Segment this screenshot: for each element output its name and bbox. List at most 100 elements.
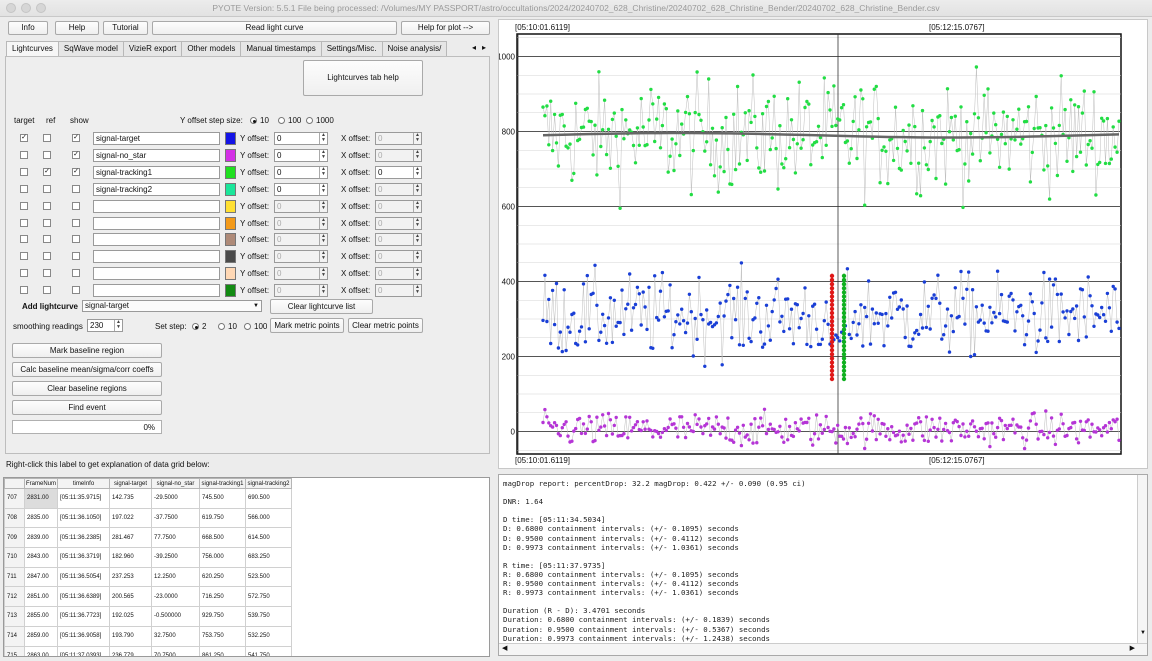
- spinner-arrows-icon[interactable]: ▲ ▼: [413, 234, 421, 246]
- target-checkbox[interactable]: [20, 286, 28, 295]
- table-cell[interactable]: 281.467: [109, 527, 152, 549]
- ref-checkbox[interactable]: [43, 218, 51, 227]
- table-cell[interactable]: 12.2500: [151, 566, 200, 588]
- table-row[interactable]: 709 2839.00 [05:11:36.2385] 281.467 77.7500 6…: [4, 527, 292, 549]
- ref-checkbox[interactable]: [43, 235, 51, 244]
- scroll-right-icon[interactable]: ▶: [1130, 644, 1135, 652]
- target-checkbox[interactable]: [20, 201, 28, 210]
- table-cell[interactable]: 2851.00: [24, 586, 58, 608]
- read-light-curve-button[interactable]: Read light curve: [152, 21, 397, 35]
- x-offset-input[interactable]: 0 ▲ ▼: [375, 233, 422, 247]
- table-cell[interactable]: 756.000: [199, 547, 246, 568]
- table-row[interactable]: 713 2855.00 [05:11:36.7723] 192.025 -0.50000…: [4, 606, 292, 627]
- mark-metric-points-button[interactable]: Mark metric points: [270, 318, 344, 333]
- target-checkbox[interactable]: [20, 150, 28, 159]
- color-swatch[interactable]: [225, 199, 236, 213]
- lightcurve-name-field[interactable]: [93, 199, 220, 213]
- show-checkbox[interactable]: [72, 269, 80, 278]
- table-cell[interactable]: -37.7500: [151, 507, 200, 529]
- target-checkbox[interactable]: [20, 252, 28, 261]
- find-event-button[interactable]: Find event: [12, 400, 162, 415]
- table-cell[interactable]: 539.750: [245, 606, 292, 627]
- spinner-arrows-icon[interactable]: ▲ ▼: [413, 149, 421, 161]
- y-offset-input[interactable]: 0 ▲ ▼: [274, 216, 328, 230]
- spinner-arrows-icon[interactable]: ▲ ▼: [413, 217, 421, 229]
- table-cell[interactable]: 614.500: [245, 527, 292, 549]
- x-offset-input[interactable]: 0 ▲ ▼: [375, 182, 422, 196]
- tab-lightcurves[interactable]: Lightcurves: [6, 41, 59, 57]
- y-offset-input[interactable]: 0 ▲ ▼: [274, 250, 328, 264]
- table-cell[interactable]: [05:11:36.3719]: [57, 547, 110, 568]
- spinner-arrows-icon[interactable]: ▲ ▼: [319, 200, 327, 212]
- table-cell[interactable]: -39.2500: [151, 547, 200, 568]
- table-row[interactable]: 708 2835.00 [05:11:36.1050] 197.022 -37.7500…: [4, 507, 292, 529]
- spinner-arrows-icon[interactable]: ▲ ▼: [413, 166, 421, 178]
- ref-checkbox[interactable]: [43, 269, 51, 278]
- color-swatch[interactable]: [225, 132, 236, 145]
- spinner-arrows-icon[interactable]: ▲ ▼: [319, 268, 327, 280]
- lightcurve-name-field[interactable]: [93, 216, 220, 230]
- lightcurve-name-field[interactable]: [93, 250, 220, 264]
- table-cell[interactable]: [05:11:36.9058]: [57, 625, 110, 647]
- table-cell[interactable]: -0.500000: [151, 606, 200, 627]
- lightcurve-plot[interactable]: 1000 800 600 400 200 0 [05:10:01.6119] [05:12:1…: [497, 19, 1148, 469]
- table-cell[interactable]: 2859.00: [24, 625, 58, 647]
- close-icon[interactable]: [6, 3, 16, 13]
- y-offset-input[interactable]: 0 ▲ ▼: [274, 199, 328, 213]
- table-cell[interactable]: 619.750: [199, 507, 246, 529]
- ref-checkbox[interactable]: [43, 252, 51, 261]
- target-checkbox[interactable]: [20, 184, 28, 193]
- spinner-arrows-icon[interactable]: ▲ ▼: [319, 217, 327, 229]
- table-cell[interactable]: 236.779: [109, 645, 152, 656]
- table-cell[interactable]: 77.7500: [151, 527, 200, 549]
- calc-baseline-button[interactable]: Calc baseline mean/sigma/corr coeffs: [12, 362, 162, 377]
- y-offset-input[interactable]: 0 ▲ ▼: [274, 132, 328, 145]
- table-cell[interactable]: -23.0000: [151, 586, 200, 608]
- lightcurve-name-field[interactable]: signal-tracking1: [93, 165, 220, 179]
- color-swatch[interactable]: [225, 233, 236, 247]
- x-offset-input[interactable]: 0 ▲ ▼: [375, 199, 422, 213]
- vertical-scrollbar[interactable]: ▼: [1137, 475, 1147, 643]
- table-cell[interactable]: [05:11:36.7723]: [57, 606, 110, 627]
- show-checkbox[interactable]: ✓: [72, 167, 80, 176]
- show-checkbox[interactable]: [72, 252, 80, 261]
- show-checkbox[interactable]: [72, 218, 80, 227]
- table-cell[interactable]: 2843.00: [24, 547, 58, 568]
- ref-checkbox[interactable]: [43, 150, 51, 159]
- scroll-down-icon[interactable]: ▼: [1140, 630, 1146, 636]
- table-cell[interactable]: 745.500: [199, 488, 246, 509]
- color-swatch[interactable]: [225, 250, 236, 264]
- target-checkbox[interactable]: [20, 235, 28, 244]
- table-cell[interactable]: 716.250: [199, 586, 246, 608]
- table-row[interactable]: 711 2847.00 [05:11:36.5054] 237.253 12.2500 6…: [4, 566, 292, 588]
- x-offset-input[interactable]: 0 ▲ ▼: [375, 132, 422, 145]
- spinner-arrows-icon[interactable]: ▲ ▼: [413, 268, 421, 280]
- show-checkbox[interactable]: [72, 286, 80, 295]
- lightcurves-tab-help-button[interactable]: Lightcurves tab help: [303, 60, 423, 96]
- lightcurve-name-field[interactable]: signal-target: [93, 132, 220, 145]
- color-swatch[interactable]: [225, 165, 236, 179]
- add-lightcurve-select[interactable]: signal-target ▼: [82, 300, 262, 312]
- spinner-arrows-icon[interactable]: ▲ ▼: [319, 149, 327, 161]
- table-row[interactable]: 712 2851.00 [05:11:36.6389] 200.565 -23.0000…: [4, 586, 292, 608]
- table-cell[interactable]: 668.500: [199, 527, 246, 549]
- table-cell[interactable]: 197.022: [109, 507, 152, 529]
- table-cell[interactable]: [05:11:36.6389]: [57, 586, 110, 608]
- table-cell[interactable]: 2831.00: [24, 488, 58, 509]
- smoothing-input[interactable]: 230 ▲ ▼: [87, 319, 123, 332]
- column-header[interactable]: signal-target: [109, 478, 152, 489]
- info-button[interactable]: Info: [8, 21, 48, 35]
- x-offset-input[interactable]: 0 ▲ ▼: [375, 284, 422, 298]
- spinner-arrows-icon[interactable]: ▲ ▼: [413, 200, 421, 212]
- show-checkbox[interactable]: [72, 184, 80, 193]
- ref-checkbox[interactable]: [43, 184, 51, 193]
- spinner-arrows-icon[interactable]: ▲ ▼: [413, 133, 421, 144]
- column-header[interactable]: FrameNum: [24, 478, 58, 489]
- color-swatch[interactable]: [225, 267, 236, 281]
- table-cell[interactable]: 2863.00: [24, 645, 58, 656]
- spinner-arrows-icon[interactable]: ▲ ▼: [319, 285, 327, 297]
- color-swatch[interactable]: [225, 284, 236, 298]
- tutorial-button[interactable]: Tutorial: [103, 21, 148, 35]
- target-checkbox[interactable]: [20, 218, 28, 227]
- tab-vizier-export[interactable]: VizieR export: [122, 41, 183, 56]
